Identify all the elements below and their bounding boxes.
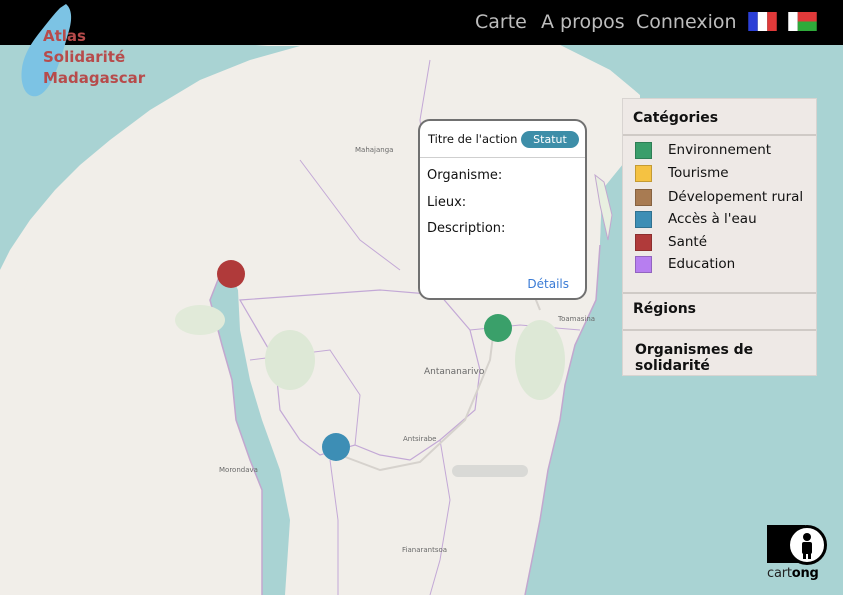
category-swatch bbox=[635, 189, 652, 206]
flag-fr-icon[interactable] bbox=[748, 12, 777, 31]
category-label: Accès à l'eau bbox=[668, 211, 757, 227]
panel-divider bbox=[623, 329, 816, 331]
map-label-antananarivo: Antananarivo bbox=[424, 367, 485, 377]
cartong-logo[interactable]: cartong bbox=[767, 525, 827, 585]
category-swatch bbox=[635, 256, 652, 273]
category-label: Education bbox=[668, 256, 736, 272]
category-swatch bbox=[635, 234, 652, 251]
cartong-wordmark-light: cart bbox=[767, 566, 792, 581]
category-swatch bbox=[635, 211, 652, 228]
filter-panel: Catégories Environnement Tourisme Dévelo… bbox=[622, 98, 817, 376]
panel-divider bbox=[623, 134, 816, 136]
marker-acces-eau[interactable] bbox=[322, 433, 350, 461]
cartong-wordmark-bold: ong bbox=[791, 566, 819, 581]
field-lieux: Lieux: bbox=[427, 195, 467, 210]
nav-connexion[interactable]: Connexion bbox=[636, 11, 737, 33]
field-description: Description: bbox=[427, 221, 506, 236]
panel-divider bbox=[623, 292, 816, 294]
category-label: Santé bbox=[668, 234, 707, 250]
person-icon bbox=[787, 525, 827, 565]
categories-title[interactable]: Catégories bbox=[633, 110, 718, 126]
popup-divider bbox=[420, 157, 585, 158]
details-link[interactable]: Détails bbox=[527, 277, 569, 291]
category-label: Tourisme bbox=[668, 165, 729, 181]
map-label-morondava: Morondava bbox=[219, 466, 258, 474]
marker-environnement[interactable] bbox=[484, 314, 512, 342]
flag-mg-icon[interactable] bbox=[788, 12, 817, 31]
field-organisme: Organisme: bbox=[427, 168, 503, 183]
logo-line-atlas: Atlas bbox=[43, 27, 86, 45]
category-label: Environnement bbox=[668, 142, 772, 158]
popup-title: Titre de l'action bbox=[428, 132, 518, 146]
action-popup: Titre de l'action Statut Organisme: Lieu… bbox=[418, 119, 587, 300]
site-logo-text[interactable]: Atlas Solidarité Madagascar bbox=[43, 26, 145, 89]
logo-line-madagascar: Madagascar bbox=[43, 69, 146, 87]
category-swatch bbox=[635, 142, 652, 159]
map-label-mahajanga: Mahajanga bbox=[355, 146, 394, 154]
marker-sante[interactable] bbox=[217, 260, 245, 288]
map-label-antsirabe: Antsirabe bbox=[403, 435, 437, 443]
organismes-title[interactable]: Organismes de solidarité bbox=[635, 342, 816, 374]
map-label-toamasina: Toamasina bbox=[558, 315, 596, 323]
nav-a-propos[interactable]: A propos bbox=[541, 11, 625, 33]
cartong-wordmark: cartong bbox=[767, 566, 819, 581]
category-swatch bbox=[635, 165, 652, 182]
regions-title[interactable]: Régions bbox=[633, 301, 696, 317]
map-label-fianarantsoa: Fianarantsoa bbox=[402, 546, 448, 554]
status-badge[interactable]: Statut bbox=[521, 131, 579, 148]
logo-line-solidarite: Solidarité bbox=[43, 48, 126, 66]
nav-carte[interactable]: Carte bbox=[475, 11, 527, 33]
category-label: Dévelopement rural bbox=[668, 189, 804, 205]
